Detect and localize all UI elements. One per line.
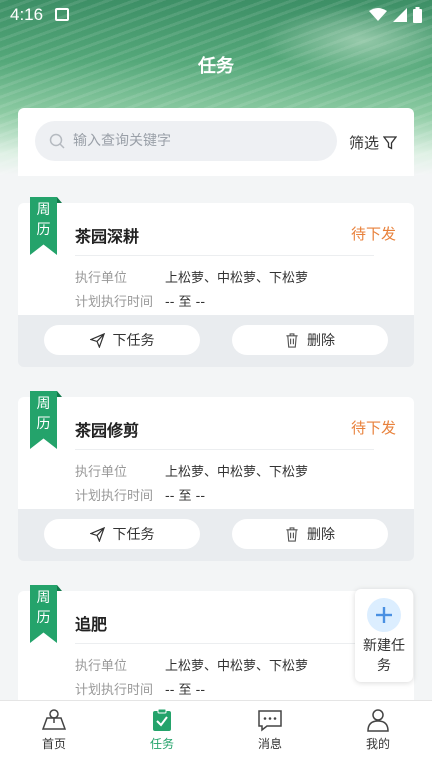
time-value: -- 至 -- — [165, 295, 206, 310]
task-status: 待下发 — [350, 225, 396, 243]
divider — [75, 255, 374, 256]
status-bar: 4:16 — [0, 0, 432, 30]
unit-row: 执行单位 上松萝、中松萝、下松萝 — [75, 267, 308, 286]
dispatch-label: 下任务 — [112, 527, 155, 543]
time-label: 计划执行时间 — [75, 295, 154, 310]
calendar-badge: 周历 — [30, 391, 57, 449]
time-value: -- 至 -- — [165, 489, 206, 504]
wifi-icon — [369, 8, 387, 21]
signal-icon — [393, 8, 407, 22]
unit-label: 执行单位 — [75, 465, 128, 480]
tab-messages-label: 消息 — [257, 737, 282, 751]
filter-label: 筛选 — [349, 134, 380, 152]
task-name: 追肥 — [75, 615, 108, 634]
unit-row: 执行单位 上松萝、中松萝、下松萝 — [75, 655, 308, 674]
time-row: 计划执行时间 -- 至 -- — [75, 291, 205, 310]
dispatch-button[interactable]: 下任务 — [44, 325, 200, 355]
tab-profile-label: 我的 — [365, 737, 390, 751]
delete-label: 删除 — [307, 527, 335, 543]
new-task-label: 新建任务 — [363, 638, 405, 674]
calendar-badge: 周历 — [30, 197, 57, 255]
delete-label: 删除 — [307, 333, 335, 349]
task-card-body[interactable]: 周历 茶园修剪 待下发 执行单位 上松萝、中松萝、下松萝 计划执行时间 -- 至… — [18, 391, 414, 515]
delete-button[interactable]: 删除 — [232, 325, 388, 355]
time-row: 计划执行时间 -- 至 -- — [75, 679, 205, 698]
status-time: 4:16 — [10, 5, 44, 24]
task-name: 茶园深耕 — [75, 227, 140, 246]
send-icon — [89, 526, 105, 542]
ribbon-fold — [57, 197, 62, 203]
send-icon — [89, 332, 105, 348]
unit-value: 上松萝、中松萝、下松萝 — [165, 659, 309, 674]
divider — [75, 643, 374, 644]
message-icon — [258, 710, 282, 732]
unit-value: 上松萝、中松萝、下松萝 — [165, 465, 309, 480]
task-card[interactable]: 周历 茶园修剪 待下发 执行单位 上松萝、中松萝、下松萝 计划执行时间 -- 至… — [18, 391, 414, 561]
time-label: 计划执行时间 — [75, 489, 154, 504]
tab-tasks-label: 任务 — [149, 737, 174, 751]
calendar-badge: 周历 — [30, 585, 57, 643]
task-actions: 下任务 删除 — [18, 509, 414, 561]
ribbon-fold — [57, 585, 62, 591]
time-label: 计划执行时间 — [75, 683, 154, 698]
user-icon — [367, 709, 389, 732]
delete-button[interactable]: 删除 — [232, 519, 388, 549]
tab-messages[interactable]: 消息 — [216, 701, 324, 768]
dispatch-button[interactable]: 下任务 — [44, 519, 200, 549]
plus-icon — [367, 598, 401, 632]
tab-home-label: 首页 — [41, 737, 66, 751]
status-icons — [369, 7, 422, 23]
unit-label: 执行单位 — [75, 271, 128, 286]
unit-value: 上松萝、中松萝、下松萝 — [165, 271, 309, 286]
page-title: 任务 — [198, 56, 234, 77]
search-box[interactable] — [35, 121, 337, 161]
task-card[interactable]: 周历 茶园深耕 待下发 执行单位 上松萝、中松萝、下松萝 计划执行时间 -- 至… — [18, 197, 414, 367]
time-row: 计划执行时间 -- 至 -- — [75, 485, 205, 504]
search-input[interactable] — [73, 133, 313, 149]
unit-row: 执行单位 上松萝、中松萝、下松萝 — [75, 461, 308, 480]
task-status: 待下发 — [350, 419, 396, 437]
task-card-body[interactable]: 周历 茶园深耕 待下发 执行单位 上松萝、中松萝、下松萝 计划执行时间 -- 至… — [18, 197, 414, 321]
map-icon — [41, 709, 67, 730]
ribbon-fold — [57, 391, 62, 397]
divider — [75, 449, 374, 450]
task-actions: 下任务 删除 — [18, 315, 414, 367]
tab-tasks[interactable]: 任务 — [108, 701, 216, 768]
bottom-tab-bar: 首页 任务 消息 我的 — [0, 700, 432, 768]
search-panel: 筛选 — [18, 108, 414, 176]
time-value: -- 至 -- — [165, 683, 206, 698]
search-icon — [49, 133, 65, 149]
task-name: 茶园修剪 — [75, 421, 140, 440]
tab-profile[interactable]: 我的 — [324, 701, 432, 768]
unit-label: 执行单位 — [75, 659, 128, 674]
filter-button[interactable]: 筛选 — [349, 132, 398, 153]
dispatch-label: 下任务 — [112, 333, 155, 349]
battery-icon — [413, 7, 422, 23]
trash-icon — [286, 332, 298, 348]
tab-home[interactable]: 首页 — [0, 701, 108, 768]
new-task-button[interactable]: 新建任务 — [355, 589, 413, 682]
clipboard-check-icon — [153, 708, 171, 731]
trash-icon — [286, 526, 298, 542]
filter-icon — [383, 135, 398, 150]
image-notification-icon — [55, 8, 69, 21]
